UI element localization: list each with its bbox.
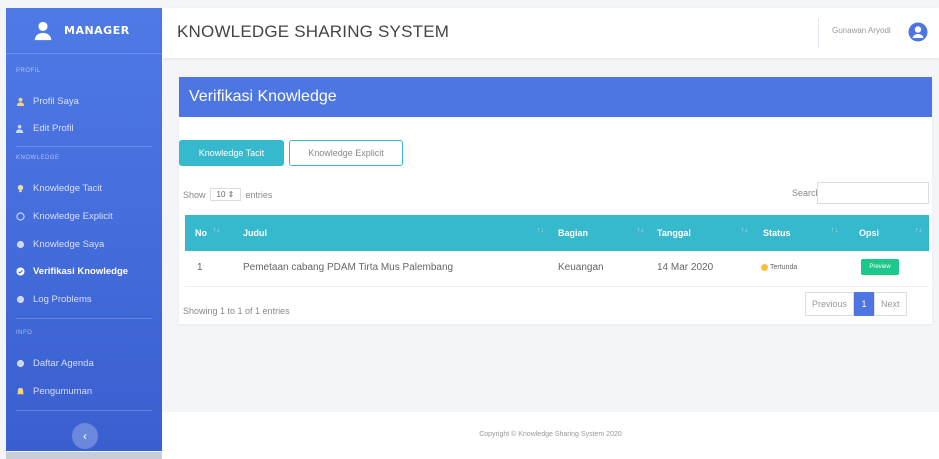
circle-icon (16, 295, 25, 304)
verification-card: Verifikasi Knowledge Knowledge Tacit Kno… (179, 77, 932, 324)
browser-status-strip (6, 452, 186, 459)
section-heading-knowledge: Knowledge (16, 155, 60, 161)
sidebar-item-daftar-agenda[interactable]: Daftar Agenda (16, 358, 94, 369)
card-title: Verifikasi Knowledge (189, 88, 337, 105)
sidebar-item-label: Daftar Agenda (33, 358, 94, 369)
cell-tanggal: 14 Mar 2020 (657, 262, 714, 273)
sidebar-item-knowledge-tacit[interactable]: Knowledge Tacit (16, 183, 102, 194)
column-header-bagian[interactable]: Bagian (558, 228, 588, 238)
bell-icon (16, 387, 25, 396)
section-heading-profil: Profil (16, 68, 41, 74)
sidebar-item-pengumuman[interactable]: Pengumuman (16, 386, 92, 397)
sidebar-item-log-problems[interactable]: Log Problems (16, 294, 92, 305)
sidebar-item-label: Verifikasi Knowledge (33, 266, 129, 277)
sidebar-item-label: Knowledge Explicit (33, 211, 113, 222)
divider (16, 410, 152, 411)
entries-label: entries (245, 189, 273, 200)
sort-icon: ↑↓ (915, 227, 922, 234)
page-1-button[interactable]: 1 (854, 292, 875, 316)
sidebar: MANAGER Profil Profil Saya Edit Profil K… (6, 8, 186, 459)
topbar-divider (818, 18, 819, 48)
page-title: KNOWLEDGE SHARING SYSTEM (177, 22, 450, 41)
sidebar-toggle-button[interactable]: ‹ (72, 423, 98, 449)
entries-length-control: Show 10 ⇕ entries (183, 188, 272, 201)
app-root: MANAGER Profil Profil Saya Edit Profil K… (0, 0, 939, 459)
previous-page-button[interactable]: Previous (805, 292, 855, 316)
status-pending-icon (761, 263, 768, 271)
user-icon (16, 97, 25, 106)
sidebar-item-knowledge-saya[interactable]: Knowledge Saya (16, 239, 104, 250)
pagination: Previous 1 Next (805, 292, 907, 316)
column-header-status[interactable]: Status (763, 228, 791, 238)
table-header: No ↑↓ Judul ↑↓ Bagian ↑↓ Tanggal ↑↓ Stat… (185, 215, 929, 251)
footer: Copyright © Knowledge Sharing System 202… (162, 412, 939, 459)
show-label: Show (183, 189, 206, 200)
sidebar-item-label: Knowledge Tacit (33, 183, 103, 194)
divider (16, 318, 152, 319)
sidebar-item-knowledge-explicit[interactable]: Knowledge Explicit (16, 211, 113, 222)
sort-icon: ↑↓ (537, 227, 544, 234)
sort-updown-icon: ⇕ (227, 190, 235, 199)
table-row: 1 Pemetaan cabang PDAM Tirta Mus Palemba… (185, 251, 929, 287)
sidebar-item-verifikasi-knowledge[interactable]: Verifikasi Knowledge (16, 266, 128, 277)
chevron-left-icon: ‹ (83, 429, 87, 443)
next-page-button[interactable]: Next (874, 292, 907, 316)
entries-select[interactable]: 10 ⇕ (209, 188, 242, 201)
sidebar-item-label: Pengumuman (33, 386, 93, 397)
divider (16, 146, 152, 147)
cell-bagian: Keuangan (558, 262, 604, 273)
brand-text: MANAGER (64, 24, 130, 37)
tab-knowledge-explicit[interactable]: Knowledge Explicit (289, 140, 403, 166)
sort-icon: ↑↓ (637, 227, 644, 234)
check-circle-icon (16, 267, 25, 276)
lightbulb-icon (16, 184, 25, 193)
card-header: Verifikasi Knowledge (179, 77, 932, 117)
user-logo-icon (34, 21, 52, 40)
sort-icon: ↑↓ (831, 227, 838, 234)
status-text: Tertunda (770, 263, 798, 271)
cell-judul: Pemetaan cabang PDAM Tirta Mus Palembang (243, 262, 454, 273)
copyright-text: Copyright © Knowledge Sharing System 202… (479, 431, 622, 438)
cell-status: Tertunda (761, 262, 797, 273)
column-header-no[interactable]: No (195, 228, 207, 238)
calendar-icon (16, 359, 25, 368)
circle-icon (16, 212, 25, 221)
avatar-icon[interactable] (908, 22, 928, 42)
user-name[interactable]: Gunawan Aryodi (832, 26, 891, 35)
sidebar-item-label: Profil Saya (33, 96, 79, 107)
sidebar-item-edit-profil[interactable]: Edit Profil (16, 123, 74, 134)
circle-icon (16, 240, 25, 249)
sidebar-item-label: Log Problems (33, 294, 92, 305)
cell-no: 1 (197, 262, 203, 273)
column-header-judul[interactable]: Judul (243, 228, 267, 238)
search-input[interactable] (817, 182, 929, 204)
column-header-opsi[interactable]: Opsi (859, 228, 879, 238)
sort-icon: ↑↓ (213, 227, 220, 234)
user-edit-icon (16, 124, 25, 133)
preview-button[interactable]: Preview (861, 259, 899, 275)
sidebar-item-label: Edit Profil (33, 123, 74, 134)
sort-icon: ↑↓ (741, 227, 748, 234)
sidebar-item-label: Knowledge Saya (33, 239, 105, 250)
topbar: KNOWLEDGE SHARING SYSTEM Gunawan Aryodi (162, 8, 939, 58)
brand[interactable]: MANAGER (6, 8, 162, 54)
column-header-tanggal[interactable]: Tanggal (657, 228, 691, 238)
sidebar-item-profil-saya[interactable]: Profil Saya (16, 96, 79, 107)
tab-knowledge-tacit[interactable]: Knowledge Tacit (179, 140, 284, 166)
entries-info: Showing 1 to 1 of 1 entries (183, 306, 290, 316)
section-heading-info: Info (16, 330, 33, 336)
entries-select-value: 10 (216, 190, 226, 199)
